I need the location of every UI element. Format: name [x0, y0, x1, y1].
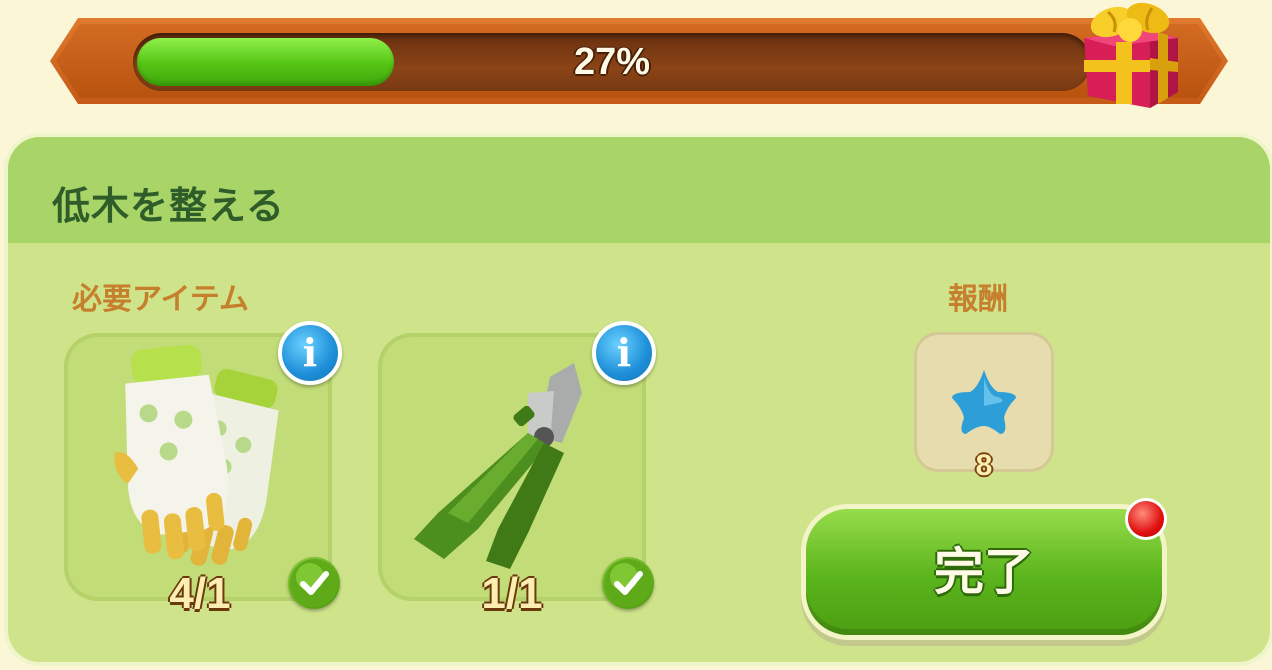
complete-button[interactable]: 完了 [806, 509, 1162, 635]
blue-star-icon [952, 370, 1016, 434]
quest-panel: 低木を整える 必要アイテム 報酬 i 4/1 i 1/1 8 完了 [8, 137, 1270, 662]
reward-label: 報酬 [948, 282, 1008, 317]
quest-header: 低木を整える [8, 137, 1270, 243]
reward-amount: 8 [975, 449, 993, 482]
info-button-gloves[interactable]: i [278, 321, 342, 385]
required-items-label: 必要アイテム [72, 282, 249, 317]
quest-title: 低木を整える [52, 184, 285, 228]
complete-button-label: 完了 [934, 543, 1034, 601]
notification-dot [1128, 501, 1164, 537]
progress-bar: 27% [133, 33, 1091, 91]
progress-percent: 27% [573, 41, 651, 83]
gift-box-icon[interactable] [1078, 0, 1184, 112]
info-button-pruning-shears[interactable]: i [592, 321, 656, 385]
info-icon: i [616, 330, 632, 375]
item-count-gloves: 4/1 [169, 569, 231, 618]
info-icon: i [302, 330, 318, 375]
item-count-pruning-shears: 1/1 [481, 569, 543, 618]
